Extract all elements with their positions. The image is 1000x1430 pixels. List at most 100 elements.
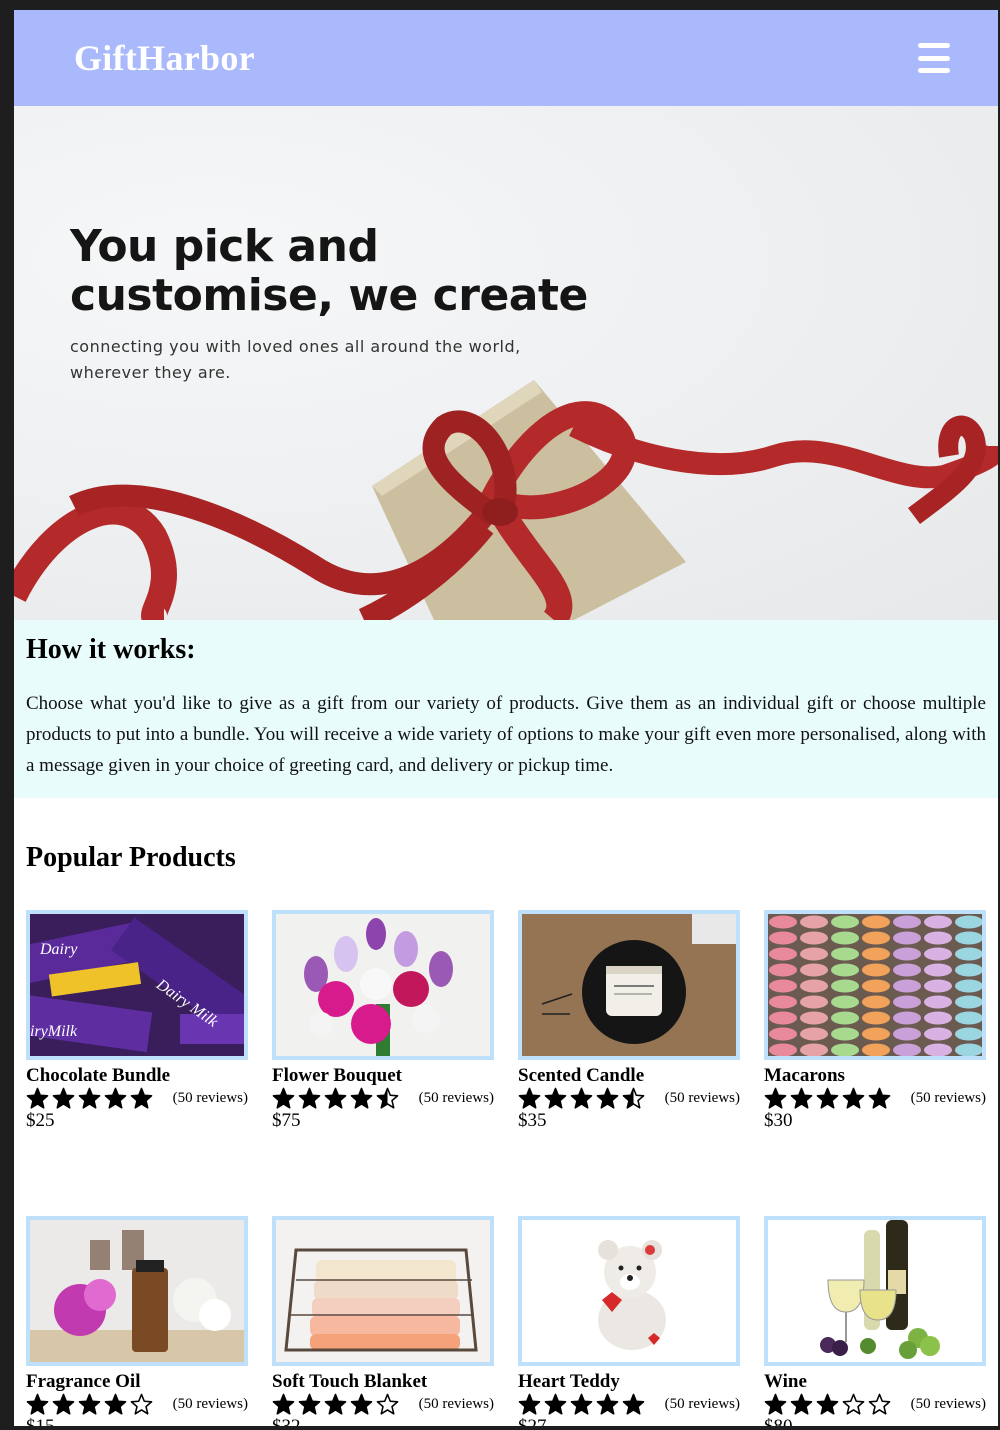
rating-row: (50 reviews) — [518, 1392, 740, 1416]
review-count[interactable]: (50 reviews) — [665, 1396, 740, 1413]
how-it-works-section: How it works: Choose what you'd like to … — [14, 620, 998, 798]
svg-text:Dairy: Dairy — [39, 941, 78, 958]
review-count[interactable]: (50 reviews) — [911, 1090, 986, 1107]
brand-logo[interactable]: GiftHarbor — [74, 37, 255, 79]
review-count[interactable]: (50 reviews) — [419, 1090, 494, 1107]
star-icon — [272, 1087, 295, 1109]
hero-title: You pick and customise, we create — [70, 222, 630, 320]
product-price: $32 — [272, 1416, 494, 1426]
product-card[interactable]: Fragrance Oil (50 reviews) $15 — [26, 1216, 248, 1426]
star-icon — [26, 1393, 49, 1415]
rating-row: (50 reviews) — [26, 1392, 248, 1416]
product-card[interactable]: Heart Teddy (50 reviews) $27 — [518, 1216, 740, 1426]
product-image-frame[interactable] — [764, 1216, 986, 1366]
star-icon — [324, 1087, 347, 1109]
star-icon — [596, 1087, 619, 1109]
hamburger-menu-icon[interactable] — [918, 43, 950, 73]
product-grid: Dairy Dairy Milk iryMilk Chocolate Bundl… — [26, 910, 986, 1426]
teddy-image — [522, 1220, 736, 1362]
product-name[interactable]: Soft Touch Blanket — [272, 1372, 494, 1392]
star-half-icon — [376, 1087, 399, 1109]
wine-image — [768, 1220, 982, 1362]
product-card[interactable]: Soft Touch Blanket (50 reviews) $32 — [272, 1216, 494, 1426]
product-price: $15 — [26, 1416, 248, 1426]
star-icon — [570, 1393, 593, 1415]
product-price: $30 — [764, 1110, 793, 1131]
rating-row: (50 reviews) — [764, 1392, 986, 1416]
product-name[interactable]: Heart Teddy — [518, 1372, 740, 1392]
product-name[interactable]: Wine — [764, 1372, 986, 1392]
product-name[interactable]: Macarons — [764, 1066, 986, 1086]
star-icon — [622, 1393, 645, 1415]
star-icon — [596, 1393, 619, 1415]
review-count[interactable]: (50 reviews) — [173, 1090, 248, 1107]
star-icon — [764, 1087, 787, 1109]
how-it-works-heading: How it works: — [26, 634, 196, 665]
product-name[interactable]: Chocolate Bundle — [26, 1066, 248, 1086]
star-icon — [790, 1393, 813, 1415]
product-card[interactable]: Wine (50 reviews) $80 — [764, 1216, 986, 1426]
review-count[interactable]: (50 reviews) — [173, 1396, 248, 1413]
star-rating — [764, 1393, 891, 1416]
star-icon — [26, 1087, 49, 1109]
flowers-image — [276, 914, 490, 1056]
star-half-icon — [622, 1087, 645, 1109]
star-outline-icon — [376, 1393, 399, 1415]
rating-row: (50 reviews) — [764, 1086, 986, 1110]
product-card[interactable]: Scented Candle (50 reviews) $35 — [518, 910, 740, 1132]
site-header: GiftHarbor — [14, 10, 998, 106]
star-icon — [298, 1393, 321, 1415]
star-rating — [518, 1087, 645, 1110]
star-outline-icon — [130, 1393, 153, 1415]
product-card[interactable]: Flower Bouquet (50 reviews) $75 — [272, 910, 494, 1132]
hero-subtitle-line-1: connecting you with loved ones all aroun… — [70, 337, 521, 356]
blanket-image — [276, 1220, 490, 1362]
product-name[interactable]: Scented Candle — [518, 1066, 740, 1086]
star-icon — [324, 1393, 347, 1415]
oil-image — [30, 1220, 244, 1362]
popular-products-section: Popular Products Dairy Dairy Milk iryMil… — [14, 798, 998, 1426]
star-icon — [104, 1087, 127, 1109]
product-image-frame[interactable] — [26, 1216, 248, 1366]
star-icon — [868, 1087, 891, 1109]
popular-products-heading: Popular Products — [26, 842, 236, 873]
product-name[interactable]: Flower Bouquet — [272, 1066, 494, 1086]
star-icon — [544, 1393, 567, 1415]
review-count[interactable]: (50 reviews) — [665, 1090, 740, 1107]
product-image-frame[interactable] — [272, 1216, 494, 1366]
rating-row: (50 reviews) — [272, 1392, 494, 1416]
product-price: $35 — [518, 1110, 547, 1131]
star-outline-icon — [868, 1393, 891, 1415]
rating-row: (50 reviews) — [26, 1086, 248, 1110]
macarons-image — [768, 914, 982, 1056]
star-icon — [842, 1087, 865, 1109]
product-image-frame[interactable] — [518, 1216, 740, 1366]
product-card[interactable]: Dairy Dairy Milk iryMilk Chocolate Bundl… — [26, 910, 248, 1132]
star-icon — [764, 1393, 787, 1415]
star-icon — [816, 1087, 839, 1109]
star-icon — [518, 1393, 541, 1415]
product-image-frame[interactable] — [518, 910, 740, 1060]
product-price: $27 — [518, 1416, 740, 1426]
candle-image — [522, 914, 736, 1056]
product-name[interactable]: Fragrance Oil — [26, 1372, 248, 1392]
star-rating — [272, 1087, 399, 1110]
star-icon — [544, 1087, 567, 1109]
hero-banner: You pick and customise, we create connec… — [14, 106, 998, 620]
star-icon — [816, 1393, 839, 1415]
star-rating — [764, 1087, 891, 1110]
review-count[interactable]: (50 reviews) — [911, 1396, 986, 1413]
star-icon — [78, 1393, 101, 1415]
product-image-frame[interactable]: Dairy Dairy Milk iryMilk — [26, 910, 248, 1060]
product-card[interactable]: Macarons (50 reviews) $30 — [764, 910, 986, 1132]
star-icon — [570, 1087, 593, 1109]
star-icon — [52, 1393, 75, 1415]
star-icon — [518, 1087, 541, 1109]
product-image-frame[interactable] — [272, 910, 494, 1060]
rating-row: (50 reviews) — [272, 1086, 494, 1110]
product-image-frame[interactable] — [764, 910, 986, 1060]
gift-ribbon-image — [14, 380, 998, 620]
product-price: $75 — [272, 1110, 301, 1131]
review-count[interactable]: (50 reviews) — [419, 1396, 494, 1413]
star-icon — [350, 1087, 373, 1109]
